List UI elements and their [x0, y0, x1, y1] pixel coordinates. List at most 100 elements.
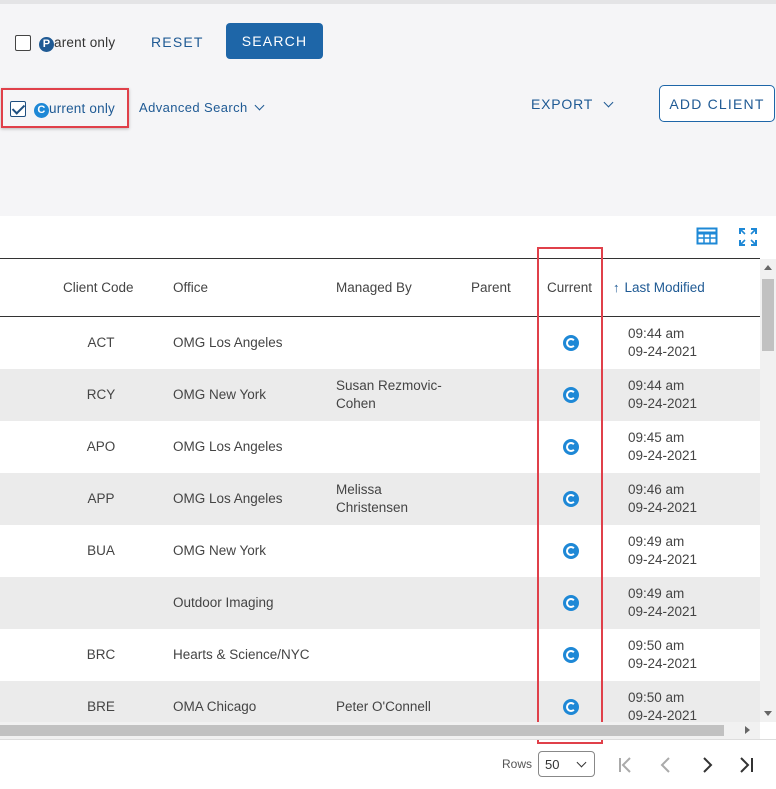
scroll-right-icon[interactable] [745, 726, 750, 734]
table-body: ACT OMG Los Angeles 09:44 am 09-24-2021 RCY O… [0, 317, 760, 723]
current-only-label[interactable]: Current only [34, 101, 115, 118]
next-page-icon[interactable] [697, 755, 717, 775]
table-row[interactable]: APP OMG Los Angeles Melissa Christensen 09:4… [0, 473, 760, 525]
parent-only-checkbox[interactable] [15, 35, 31, 51]
table-row[interactable]: BRC Hearts & Science/NYC 09:50 am 09-24-202… [0, 629, 760, 681]
cell-last-modified: 09:44 am 09-24-2021 [628, 377, 697, 413]
current-icon [563, 595, 579, 611]
cell-last-modified: 09:46 am 09-24-2021 [628, 481, 697, 517]
cell-client-code: ACT [87, 335, 115, 350]
cell-office: Hearts & Science/NYC [173, 647, 310, 662]
horizontal-scrollbar[interactable] [0, 722, 760, 739]
cell-last-modified: 09:49 am 09-24-2021 [628, 585, 697, 621]
cell-client-code: BRC [86, 647, 116, 662]
cell-office: OMG Los Angeles [173, 439, 283, 454]
modified-date: 09-24-2021 [628, 708, 698, 723]
export-button[interactable]: EXPORT [531, 96, 614, 112]
cell-office: OMG New York [173, 387, 267, 402]
table-row[interactable]: Outdoor Imaging 09:49 am 09-24-2021 [0, 577, 760, 629]
vertical-scrollbar[interactable] [760, 259, 776, 722]
managed-by-line: Susan Rezmovic- [336, 378, 442, 393]
modified-time: 09:49 am [628, 534, 685, 549]
current-only-checkbox[interactable] [10, 101, 26, 117]
scroll-down-icon[interactable] [764, 711, 772, 716]
last-page-icon[interactable] [736, 755, 756, 775]
managed-by-line: Cohen [336, 396, 376, 411]
cell-office: OMG New York [173, 543, 267, 558]
cell-last-modified: 09:49 am 09-24-2021 [628, 533, 697, 569]
modified-time: 09:44 am [628, 378, 685, 393]
add-client-button[interactable]: ADD CLIENT [659, 85, 775, 122]
current-icon [563, 335, 579, 351]
table-row[interactable]: APO OMG Los Angeles 09:45 am 09-24-2021 [0, 421, 760, 473]
current-icon [563, 387, 579, 403]
cell-managed-by: Susan Rezmovic- Cohen [336, 377, 461, 413]
advanced-search-toggle[interactable]: Advanced Search [139, 100, 265, 115]
first-page-icon[interactable] [616, 755, 636, 775]
reset-button[interactable]: RESET [151, 34, 204, 50]
modified-time: 09:50 am [628, 690, 685, 705]
modified-date: 09-24-2021 [628, 656, 698, 671]
current-badge-icon: C [34, 102, 49, 118]
cell-client-code: BUA [87, 543, 115, 558]
column-header-parent[interactable]: Parent [471, 280, 511, 295]
managed-by-line: Christensen [336, 500, 409, 515]
cell-client-code: BRE [87, 699, 115, 714]
modified-date: 09-24-2021 [628, 344, 698, 359]
current-only-text: urrent only [49, 101, 115, 116]
table-row[interactable]: RCY OMG New York Susan Rezmovic- Cohen 09:44… [0, 369, 760, 421]
parent-badge-icon: P [39, 36, 54, 52]
current-icon [563, 647, 579, 663]
rows-per-page-label: Rows [502, 757, 533, 771]
column-header-last-modified[interactable]: ↑ Last Modified [613, 280, 705, 295]
table-header-top-border [0, 258, 760, 259]
current-icon [563, 543, 579, 559]
sort-ascending-icon: ↑ [613, 280, 620, 295]
modified-time: 09:49 am [628, 586, 685, 601]
table-row[interactable]: BRE OMA Chicago Peter O'Connell 09:50 am 09-… [0, 681, 760, 723]
modified-date: 09-24-2021 [628, 552, 698, 567]
chevron-down-icon [576, 757, 587, 768]
managed-by-line: Melissa [336, 482, 382, 497]
current-icon [563, 439, 579, 455]
advanced-search-label: Advanced Search [139, 100, 248, 115]
column-header-managed-by[interactable]: Managed By [336, 280, 412, 295]
scroll-up-icon[interactable] [764, 265, 772, 270]
modified-date: 09-24-2021 [628, 396, 698, 411]
table-row[interactable]: BUA OMG New York 09:49 am 09-24-2021 [0, 525, 760, 577]
cell-last-modified: 09:50 am 09-24-2021 [628, 637, 697, 673]
cell-client-code: APO [86, 439, 116, 454]
search-button[interactable]: SEARCH [226, 23, 323, 59]
previous-page-icon[interactable] [656, 755, 676, 775]
vertical-scroll-thumb[interactable] [762, 279, 774, 351]
cell-last-modified: 09:50 am 09-24-2021 [628, 689, 697, 723]
cell-client-code: APP [87, 491, 115, 506]
modified-time: 09:46 am [628, 482, 685, 497]
cell-office: OMG Los Angeles [173, 491, 283, 506]
modified-date: 09-24-2021 [628, 604, 698, 619]
parent-only-text: arent only [54, 35, 116, 50]
column-header-client-code[interactable]: Client Code [63, 280, 134, 295]
current-icon [563, 699, 579, 715]
modified-time: 09:50 am [628, 638, 685, 653]
cell-client-code: RCY [86, 387, 116, 402]
managed-by-line: Peter O'Connell [336, 699, 431, 714]
cell-office: Outdoor Imaging [173, 595, 274, 610]
chevron-down-icon [254, 100, 265, 111]
table-row[interactable]: ACT OMG Los Angeles 09:44 am 09-24-2021 [0, 317, 760, 369]
footer-divider [0, 739, 776, 740]
fullscreen-icon[interactable] [739, 228, 757, 246]
cell-managed-by: Peter O'Connell [336, 698, 461, 716]
column-header-office[interactable]: Office [173, 280, 208, 295]
parent-only-label[interactable]: Parent only [39, 35, 115, 52]
cell-last-modified: 09:44 am 09-24-2021 [628, 325, 697, 361]
rows-per-page-value: 50 [545, 756, 560, 772]
column-header-current[interactable]: Current [547, 280, 592, 295]
cell-office: OMG Los Angeles [173, 335, 283, 350]
cell-last-modified: 09:45 am 09-24-2021 [628, 429, 697, 465]
columns-icon[interactable] [696, 227, 718, 245]
modified-time: 09:45 am [628, 430, 685, 445]
horizontal-scroll-thumb[interactable] [0, 725, 724, 736]
modified-time: 09:44 am [628, 326, 685, 341]
rows-per-page-select[interactable]: 50 [538, 751, 595, 777]
